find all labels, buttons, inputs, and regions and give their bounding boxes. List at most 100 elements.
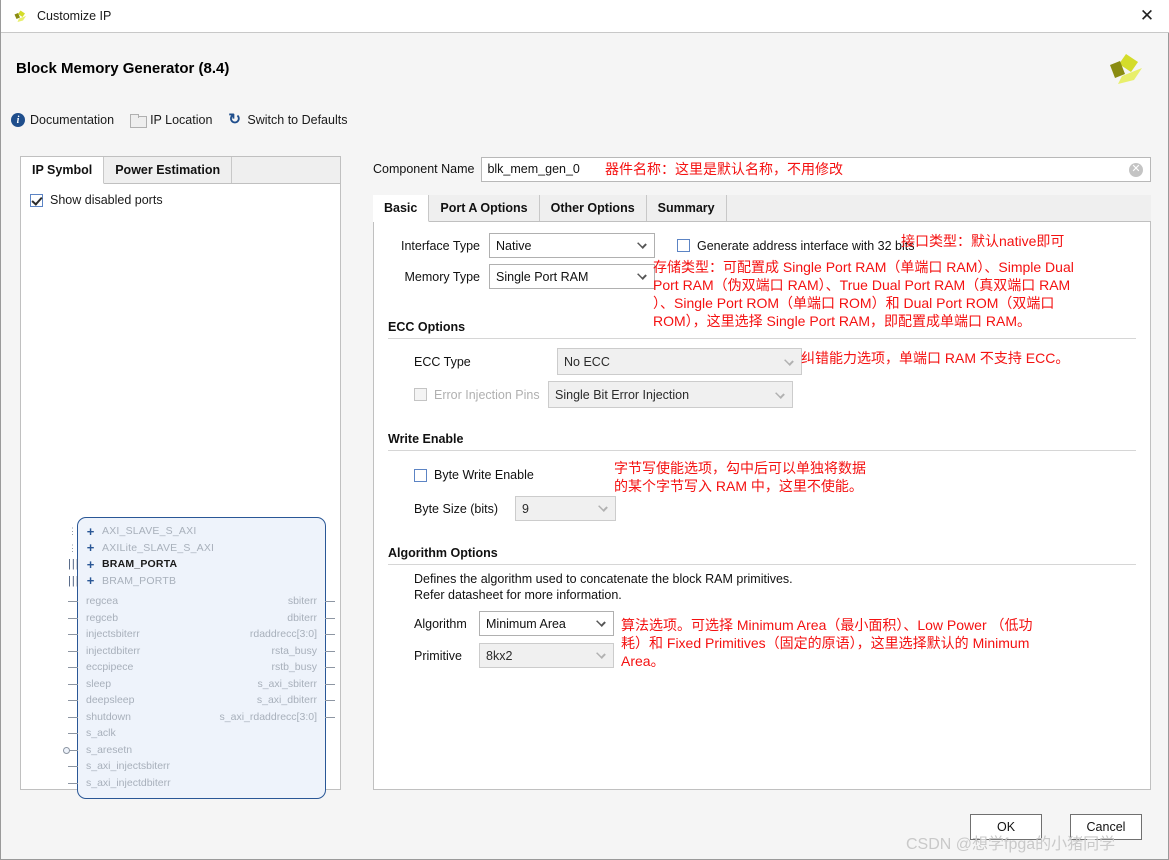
tab-other-options[interactable]: Other Options xyxy=(540,195,647,221)
pin-row: regceb dbiterr xyxy=(68,610,335,627)
pin-row: s_aclk xyxy=(68,725,325,742)
documentation-button[interactable]: i Documentation xyxy=(11,113,114,127)
byte-size-value: 9 xyxy=(522,501,529,516)
customize-ip-dialog: Customize IP ✕ Block Memory Generator (8… xyxy=(0,0,1169,860)
algorithm-select[interactable]: Minimum Area xyxy=(479,611,614,636)
byte-size-label: Byte Size (bits) xyxy=(414,501,499,516)
bus-label: AXILite_SLAVE_S_AXI xyxy=(102,541,215,554)
bus-row: ||| + BRAM_PORTA xyxy=(68,556,325,573)
pin-label-right: sbiterr xyxy=(287,595,317,608)
bus-row: ⋮ + AXI_SLAVE_S_AXI xyxy=(68,523,325,540)
generate-address-interface-row[interactable]: Generate address interface with 32 bits xyxy=(677,239,914,253)
config-tabbar-filler xyxy=(727,195,1151,221)
error-injection-type-value: Single Bit Error Injection xyxy=(555,387,690,402)
pin-label-left: regcea xyxy=(86,595,119,608)
expand-icon[interactable]: + xyxy=(84,525,97,538)
pin-row: s_aresetn xyxy=(63,742,325,759)
component-name-label: Component Name xyxy=(373,162,475,176)
interface-type-value: Native xyxy=(496,238,532,253)
xilinx-brand-logo-icon xyxy=(1106,50,1146,90)
chevron-down-icon xyxy=(598,502,608,512)
primitive-label: Primitive xyxy=(414,648,462,663)
tab-basic[interactable]: Basic xyxy=(373,195,430,222)
clear-icon[interactable]: ✕ xyxy=(1129,162,1143,177)
generate-address-interface-label: Generate address interface with 32 bits xyxy=(697,238,915,253)
primitive-value: 8kx2 xyxy=(486,648,513,663)
write-enable-title: Write Enable xyxy=(388,432,464,446)
show-disabled-ports-checkbox[interactable] xyxy=(30,193,43,207)
memory-type-label: Memory Type xyxy=(404,269,481,284)
divider xyxy=(388,564,1136,565)
show-disabled-ports-label: Show disabled ports xyxy=(50,193,163,207)
divider xyxy=(388,338,1136,339)
pin-tick-icon xyxy=(68,733,78,734)
annotation-ecc-type: 纠错能力选项，单端口 RAM 不支持 ECC。 xyxy=(801,350,1070,366)
error-injection-pins-label: Error Injection Pins xyxy=(434,387,540,402)
byte-write-enable-label: Byte Write Enable xyxy=(434,468,534,482)
bus-label: BRAM_PORTA xyxy=(102,558,178,571)
bus-label: BRAM_PORTB xyxy=(102,574,177,587)
algorithm-description-line2: Refer datasheet for more information. xyxy=(414,588,622,602)
pin-label-left: deepsleep xyxy=(86,694,135,707)
byte-size-select: 9 xyxy=(515,496,616,521)
bus-stub-icon: ||| xyxy=(68,574,80,587)
ip-location-button[interactable]: IP Location xyxy=(130,113,212,128)
annotation-algorithm: 算法选项。可选择 Minimum Area（最小面积）、Low Power （低… xyxy=(621,617,1033,669)
pin-label-right: rsta_busy xyxy=(271,644,317,657)
pin-tick-icon xyxy=(68,650,78,652)
title-bar: Customize IP ✕ xyxy=(1,0,1169,33)
byte-write-enable-checkbox-row[interactable]: Byte Write Enable xyxy=(414,468,534,482)
interface-type-select[interactable]: Native xyxy=(489,233,655,258)
page-title: Block Memory Generator (8.4) xyxy=(16,60,230,77)
tab-summary[interactable]: Summary xyxy=(647,195,727,221)
pin-tick-icon xyxy=(325,716,335,718)
expand-icon[interactable]: + xyxy=(84,541,97,554)
algorithm-value: Minimum Area xyxy=(486,616,566,631)
close-icon[interactable]: ✕ xyxy=(1124,0,1169,32)
pin-tick-icon xyxy=(68,617,78,619)
pin-tick-icon xyxy=(68,766,78,767)
xilinx-logo-icon xyxy=(12,8,29,25)
divider xyxy=(388,450,1136,451)
pin-tick-icon xyxy=(325,700,335,701)
pin-row: deepsleep s_axi_dbiterr xyxy=(68,692,335,709)
chevron-down-icon xyxy=(596,649,606,659)
pin-label-right: dbiterr xyxy=(287,611,317,624)
component-name-value: blk_mem_gen_0 xyxy=(487,162,580,176)
pin-tick-icon xyxy=(325,667,335,668)
algorithm-options-title: Algorithm Options xyxy=(388,546,498,560)
bus-row: ⋮ + AXILite_SLAVE_S_AXI xyxy=(68,540,325,557)
pin-row: sleep s_axi_sbiterr xyxy=(68,676,335,693)
tab-power-estimation[interactable]: Power Estimation xyxy=(104,157,233,183)
switch-to-defaults-label: Switch to Defaults xyxy=(247,113,348,127)
byte-size-row: Byte Size (bits) 9 xyxy=(388,493,1136,524)
chevron-down-icon xyxy=(637,239,647,249)
pin-tick-icon xyxy=(68,716,78,718)
pin-tick-icon xyxy=(325,634,335,635)
watermark: CSDN @想学fpga的小猪同学 xyxy=(906,836,1116,853)
byte-write-enable-checkbox[interactable] xyxy=(414,468,427,482)
show-disabled-ports-row[interactable]: Show disabled ports xyxy=(30,193,340,207)
chevron-down-icon xyxy=(784,356,794,366)
pin-label-left: sleep xyxy=(86,677,112,690)
generate-address-interface-checkbox[interactable] xyxy=(677,239,690,252)
pin-label-left: shutdown xyxy=(86,710,131,723)
pin-tick-icon xyxy=(325,650,335,652)
error-injection-pins-row: Error Injection Pins Single Bit Error In… xyxy=(388,378,1136,411)
pin-label-left: injectsbiterr xyxy=(86,628,140,641)
config-tabbar: Basic Port A Options Other Options Summa… xyxy=(373,195,1151,222)
left-tabbar-filler xyxy=(232,157,340,183)
expand-icon[interactable]: + xyxy=(84,574,97,587)
tab-port-a-options[interactable]: Port A Options xyxy=(429,195,540,221)
expand-icon[interactable]: + xyxy=(84,558,97,571)
pin-label-left: eccpipece xyxy=(86,661,134,674)
pin-tick-icon xyxy=(325,617,335,619)
memory-type-select[interactable]: Single Port RAM xyxy=(489,264,655,289)
pin-tick-icon xyxy=(68,782,78,784)
ip-symbol-diagram: ⋮ + AXI_SLAVE_S_AXI ⋮ + AXILite_SLAVE_S_… xyxy=(21,327,342,799)
switch-to-defaults-button[interactable]: ↻ Switch to Defaults xyxy=(228,112,348,127)
error-injection-type-select: Single Bit Error Injection xyxy=(548,381,793,408)
tab-ip-symbol[interactable]: IP Symbol xyxy=(21,157,105,184)
pin-label-right: s_axi_sbiterr xyxy=(257,677,317,690)
pin-label-left: regceb xyxy=(86,611,119,624)
